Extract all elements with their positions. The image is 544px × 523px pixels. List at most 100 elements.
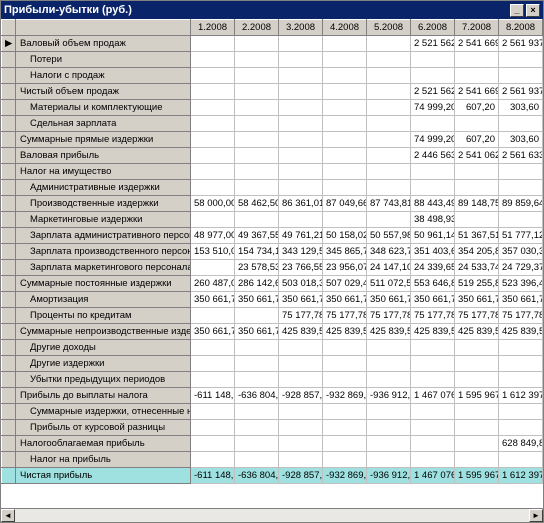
table-row[interactable]: Налог на имущество xyxy=(2,164,543,180)
table-row[interactable]: Материалы и комплектующие74 999,20607,20… xyxy=(2,100,543,116)
data-cell[interactable] xyxy=(235,180,279,196)
table-row[interactable]: Налоги с продаж xyxy=(2,68,543,84)
data-cell[interactable] xyxy=(499,164,543,180)
data-cell[interactable]: 1 467 076,90 xyxy=(411,388,455,404)
data-cell[interactable]: 425 839,54 xyxy=(411,324,455,340)
data-cell[interactable] xyxy=(499,340,543,356)
data-cell[interactable] xyxy=(235,68,279,84)
data-cell[interactable] xyxy=(235,36,279,52)
data-cell[interactable] xyxy=(235,436,279,452)
data-cell[interactable]: 75 177,78 xyxy=(279,308,323,324)
data-cell[interactable] xyxy=(367,436,411,452)
table-row[interactable]: Зарплата производственного персонала153 … xyxy=(2,244,543,260)
table-row[interactable]: Другие издержки xyxy=(2,356,543,372)
data-cell[interactable]: 354 205,82 xyxy=(455,244,499,260)
data-cell[interactable] xyxy=(279,420,323,436)
data-cell[interactable]: 350 661,76 xyxy=(455,292,499,308)
data-cell[interactable] xyxy=(455,116,499,132)
data-cell[interactable]: 350 661,76 xyxy=(235,324,279,340)
data-cell[interactable] xyxy=(367,212,411,228)
data-cell[interactable]: 24 339,65 xyxy=(411,260,455,276)
data-cell[interactable] xyxy=(235,84,279,100)
data-cell[interactable] xyxy=(367,180,411,196)
col-header[interactable]: 4.2008 xyxy=(323,20,367,36)
data-cell[interactable] xyxy=(279,36,323,52)
data-cell[interactable] xyxy=(367,356,411,372)
table-row[interactable]: Проценты по кредитам75 177,7875 177,7875… xyxy=(2,308,543,324)
data-cell[interactable]: 2 446 563,34 xyxy=(411,148,455,164)
data-cell[interactable]: 87 743,81 xyxy=(367,196,411,212)
data-cell[interactable]: 49 761,21 xyxy=(279,228,323,244)
data-cell[interactable] xyxy=(367,132,411,148)
data-cell[interactable] xyxy=(455,356,499,372)
table-row[interactable]: Производственные издержки58 000,0058 462… xyxy=(2,196,543,212)
data-cell[interactable] xyxy=(411,180,455,196)
data-cell[interactable] xyxy=(323,100,367,116)
data-cell[interactable] xyxy=(367,116,411,132)
data-cell[interactable]: 23 956,07 xyxy=(323,260,367,276)
data-cell[interactable]: 350 661,76 xyxy=(191,324,235,340)
data-cell[interactable]: 1 595 967,27 xyxy=(455,388,499,404)
data-cell[interactable] xyxy=(367,452,411,468)
data-cell[interactable] xyxy=(235,340,279,356)
data-cell[interactable]: 74 999,20 xyxy=(411,100,455,116)
data-cell[interactable] xyxy=(499,68,543,84)
data-cell[interactable] xyxy=(323,452,367,468)
data-cell[interactable] xyxy=(191,36,235,52)
data-cell[interactable]: 86 361,01 xyxy=(279,196,323,212)
data-cell[interactable]: -932 869,01 xyxy=(323,468,367,484)
data-cell[interactable]: 350 661,76 xyxy=(279,292,323,308)
data-cell[interactable] xyxy=(191,372,235,388)
data-cell[interactable] xyxy=(323,340,367,356)
data-cell[interactable]: 1 467 076,90 xyxy=(411,468,455,484)
data-cell[interactable] xyxy=(279,212,323,228)
data-cell[interactable] xyxy=(455,372,499,388)
table-row[interactable]: Чистая прибыль-611 148,76-636 804,46-928… xyxy=(2,468,543,484)
data-cell[interactable]: 51 777,12 xyxy=(499,228,543,244)
data-cell[interactable] xyxy=(235,212,279,228)
data-cell[interactable]: 303,60 xyxy=(499,132,543,148)
table-row[interactable]: Амортизация350 661,76350 661,76350 661,7… xyxy=(2,292,543,308)
data-cell[interactable]: 89 148,75 xyxy=(455,196,499,212)
data-cell[interactable]: 23 578,53 xyxy=(235,260,279,276)
data-cell[interactable] xyxy=(367,84,411,100)
data-cell[interactable] xyxy=(499,116,543,132)
data-cell[interactable] xyxy=(191,340,235,356)
data-cell[interactable] xyxy=(411,340,455,356)
table-row[interactable]: Суммарные постоянные издержки260 487,002… xyxy=(2,276,543,292)
table-row[interactable]: Другие доходы xyxy=(2,340,543,356)
table-row[interactable]: Суммарные непроизводственные издержки350… xyxy=(2,324,543,340)
data-cell[interactable]: 24 729,37 xyxy=(499,260,543,276)
data-cell[interactable] xyxy=(455,52,499,68)
data-cell[interactable]: 628 849,80 xyxy=(499,436,543,452)
col-header[interactable]: 2.2008 xyxy=(235,20,279,36)
data-cell[interactable] xyxy=(279,340,323,356)
data-cell[interactable]: 89 859,64 xyxy=(499,196,543,212)
data-cell[interactable] xyxy=(367,404,411,420)
data-cell[interactable] xyxy=(499,404,543,420)
data-cell[interactable] xyxy=(367,68,411,84)
data-cell[interactable]: 607,20 xyxy=(455,100,499,116)
data-cell[interactable]: -636 804,46 xyxy=(235,468,279,484)
data-cell[interactable]: 507 029,47 xyxy=(323,276,367,292)
data-cell[interactable]: 351 403,68 xyxy=(411,244,455,260)
data-cell[interactable] xyxy=(411,436,455,452)
scroll-track[interactable] xyxy=(15,509,529,522)
data-cell[interactable] xyxy=(235,372,279,388)
data-cell[interactable] xyxy=(411,420,455,436)
data-cell[interactable]: 511 072,59 xyxy=(367,276,411,292)
close-button[interactable]: × xyxy=(526,4,540,17)
data-cell[interactable] xyxy=(367,100,411,116)
data-cell[interactable] xyxy=(279,372,323,388)
data-cell[interactable]: 50 961,14 xyxy=(411,228,455,244)
data-cell[interactable]: 75 177,78 xyxy=(411,308,455,324)
data-cell[interactable] xyxy=(191,84,235,100)
grid[interactable]: 1.2008 2.2008 3.2008 4.2008 5.2008 6.200… xyxy=(1,19,543,508)
data-cell[interactable]: 58 462,50 xyxy=(235,196,279,212)
data-cell[interactable] xyxy=(323,52,367,68)
data-cell[interactable]: 50 158,02 xyxy=(323,228,367,244)
data-cell[interactable] xyxy=(411,404,455,420)
data-cell[interactable] xyxy=(191,116,235,132)
data-cell[interactable]: 350 661,76 xyxy=(367,292,411,308)
data-cell[interactable] xyxy=(367,148,411,164)
